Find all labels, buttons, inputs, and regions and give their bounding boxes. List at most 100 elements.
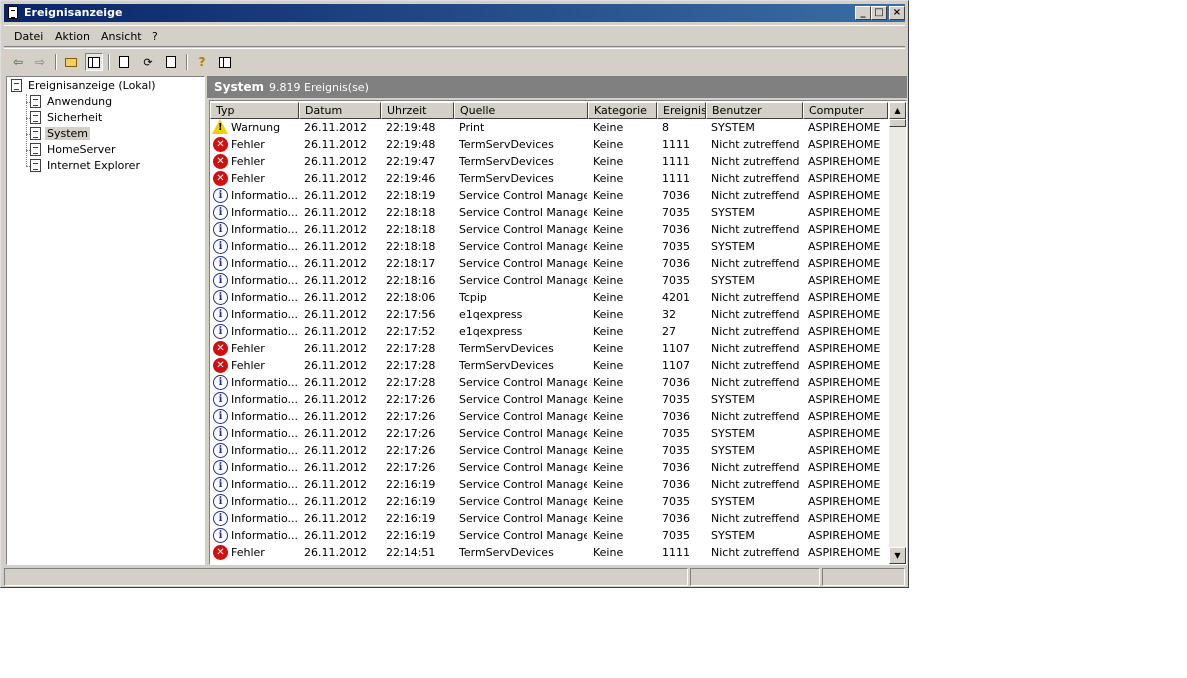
close-button[interactable]: × — [889, 6, 905, 20]
cell-typ: Informatio... — [231, 189, 298, 202]
cell-computer: ASPIREHOME — [808, 546, 881, 559]
cell-typ: Fehler — [231, 155, 265, 168]
log-icon — [30, 127, 41, 140]
event-row[interactable]: i Informatio... 26.11.2012 22:18:18 Service … — [210, 238, 888, 255]
cell-typ: Informatio... — [231, 529, 298, 542]
cell-uhrzeit: 22:19:47 — [386, 155, 436, 168]
event-row[interactable]: i Informatio... 26.11.2012 22:17:52 e1qexpre… — [210, 323, 888, 340]
cell-datum: 26.11.2012 — [304, 376, 367, 389]
event-list[interactable]: Typ Datum Uhrzeit Quelle Kategorie Ereig… — [209, 100, 907, 565]
event-row[interactable]: i Informatio... 26.11.2012 22:18:18 Service … — [210, 204, 888, 221]
back-arrow-icon[interactable]: ⇦ — [9, 53, 27, 71]
cell-typ: Informatio... — [231, 444, 298, 457]
cell-benutzer: Nicht zutreffend — [711, 342, 800, 355]
event-row[interactable]: ✕ Fehler 26.11.2012 22:19:47 TermServDevices… — [210, 153, 888, 170]
event-row[interactable]: i Informatio... 26.11.2012 22:18:06 Tcpip Kei… — [210, 289, 888, 306]
event-row[interactable]: i Informatio... 26.11.2012 22:18:18 Service … — [210, 221, 888, 238]
menu-aktion[interactable]: Aktion — [55, 30, 90, 43]
event-row[interactable]: Warnung 26.11.2012 22:19:48 Print Keine 8 SYST… — [210, 119, 888, 136]
cell-uhrzeit: 22:16:19 — [386, 478, 436, 491]
show-hide-tree-icon[interactable] — [85, 53, 103, 71]
cell-benutzer: SYSTEM — [711, 495, 755, 508]
scroll-up-button[interactable]: ▲ — [889, 102, 906, 119]
up-folder-icon[interactable] — [62, 53, 80, 71]
cell-ereignis: 7035 — [662, 427, 690, 440]
menu-ansicht[interactable]: Ansicht — [101, 30, 142, 43]
cell-benutzer: Nicht zutreffend — [711, 138, 800, 151]
event-row[interactable]: i Informatio... 26.11.2012 22:17:26 Service … — [210, 391, 888, 408]
event-row[interactable]: ✕ Fehler 26.11.2012 22:14:51 TermServDevices… — [210, 544, 888, 561]
column-header-typ[interactable]: Typ — [210, 102, 299, 119]
log-title: System — [214, 80, 264, 94]
refresh-icon[interactable]: ⟳ — [139, 53, 157, 71]
scroll-down-button[interactable]: ▼ — [889, 547, 906, 564]
column-header-quelle[interactable]: Quelle — [454, 102, 588, 119]
event-row[interactable]: ✕ Fehler 26.11.2012 22:17:28 TermServDevices… — [210, 340, 888, 357]
cell-typ: Informatio... — [231, 274, 298, 287]
event-row[interactable]: i Informatio... 26.11.2012 22:18:16 Service … — [210, 272, 888, 289]
column-header-benutzer[interactable]: Benutzer — [706, 102, 803, 119]
column-header-uhrzeit[interactable]: Uhrzeit — [381, 102, 454, 119]
cell-kategorie: Keine — [593, 206, 624, 219]
status-bar — [4, 568, 905, 586]
cell-uhrzeit: 22:18:17 — [386, 257, 436, 270]
cell-computer: ASPIREHOME — [808, 291, 881, 304]
action-pane-icon[interactable] — [216, 53, 234, 71]
cell-typ: Fehler — [231, 359, 265, 372]
column-header-datum[interactable]: Datum — [299, 102, 381, 119]
column-header-computer[interactable]: Computer — [803, 102, 888, 119]
column-header-ereignis[interactable]: Ereignis — [657, 102, 706, 119]
cell-kategorie: Keine — [593, 274, 624, 287]
cell-kategorie: Keine — [593, 478, 624, 491]
cell-computer: ASPIREHOME — [808, 393, 881, 406]
event-row[interactable]: i Informatio... 26.11.2012 22:16:19 Service … — [210, 493, 888, 510]
forward-arrow-icon[interactable]: ⇨ — [31, 53, 49, 71]
cell-uhrzeit: 22:17:26 — [386, 410, 436, 423]
cell-benutzer: Nicht zutreffend — [711, 512, 800, 525]
cell-uhrzeit: 22:18:16 — [386, 274, 436, 287]
minimize-button[interactable]: _ — [855, 6, 871, 20]
event-row[interactable]: i Informatio... 26.11.2012 22:17:26 Service … — [210, 425, 888, 442]
column-header-kategorie[interactable]: Kategorie — [588, 102, 657, 119]
event-row[interactable]: i Informatio... 26.11.2012 22:16:19 Service … — [210, 527, 888, 544]
event-row[interactable]: i Informatio... 26.11.2012 22:17:56 e1qexpre… — [210, 306, 888, 323]
cell-benutzer: Nicht zutreffend — [711, 461, 800, 474]
help-icon[interactable]: ? — [193, 53, 211, 71]
vertical-scrollbar[interactable]: ▲ ▼ — [889, 102, 906, 564]
cell-benutzer: SYSTEM — [711, 240, 755, 253]
export-list-icon[interactable] — [162, 53, 180, 71]
scroll-thumb[interactable] — [889, 119, 906, 127]
menu-help[interactable]: ? — [152, 30, 158, 43]
menu-datei[interactable]: Datei — [14, 30, 43, 43]
event-row[interactable]: ✕ Fehler 26.11.2012 22:19:48 TermServDevices… — [210, 136, 888, 153]
cell-datum: 26.11.2012 — [304, 223, 367, 236]
cell-uhrzeit: 22:16:19 — [386, 512, 436, 525]
cell-benutzer: SYSTEM — [711, 206, 755, 219]
event-row[interactable]: i Informatio... 26.11.2012 22:17:26 Service … — [210, 442, 888, 459]
cell-kategorie: Keine — [593, 393, 624, 406]
cell-ereignis: 7035 — [662, 274, 690, 287]
event-row[interactable]: i Informatio... 26.11.2012 22:17:26 Service … — [210, 408, 888, 425]
cell-datum: 26.11.2012 — [304, 393, 367, 406]
cell-kategorie: Keine — [593, 546, 624, 559]
cell-computer: ASPIREHOME — [808, 325, 881, 338]
cell-benutzer: Nicht zutreffend — [711, 359, 800, 372]
event-row[interactable]: ✕ Fehler 26.11.2012 22:17:28 TermServDevices… — [210, 357, 888, 374]
cell-computer: ASPIREHOME — [808, 155, 881, 168]
cell-datum: 26.11.2012 — [304, 359, 367, 372]
cell-ereignis: 7035 — [662, 529, 690, 542]
event-row[interactable]: i Informatio... 26.11.2012 22:17:26 Service … — [210, 459, 888, 476]
properties-icon[interactable] — [115, 53, 133, 71]
event-row[interactable]: i Informatio... 26.11.2012 22:16:19 Service … — [210, 476, 888, 493]
cell-benutzer: SYSTEM — [711, 121, 755, 134]
event-row[interactable]: i Informatio... 26.11.2012 22:16:19 Service … — [210, 510, 888, 527]
event-row[interactable]: i Informatio... 26.11.2012 22:18:17 Service … — [210, 255, 888, 272]
error-icon: ✕ — [213, 154, 228, 169]
title-bar[interactable]: Ereignisanzeige _ □ × — [4, 4, 905, 22]
event-row[interactable]: ✕ Fehler 26.11.2012 22:19:46 TermServDevices… — [210, 170, 888, 187]
cell-ereignis: 32 — [662, 308, 676, 321]
event-row[interactable]: i Informatio... 26.11.2012 22:18:19 Service … — [210, 187, 888, 204]
error-icon: ✕ — [213, 171, 228, 186]
event-row[interactable]: i Informatio... 26.11.2012 22:17:28 Service … — [210, 374, 888, 391]
maximize-button[interactable]: □ — [871, 6, 887, 20]
